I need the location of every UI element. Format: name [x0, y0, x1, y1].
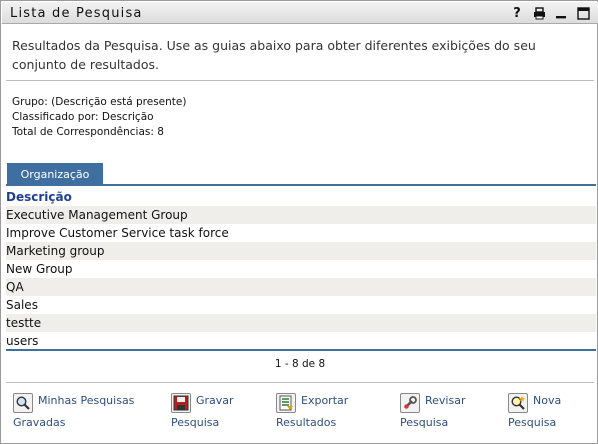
column-header-descricao[interactable]: Descrição — [6, 188, 596, 206]
export-list-icon — [276, 393, 296, 413]
table-row[interactable]: testte — [6, 314, 596, 332]
tab-underline — [6, 184, 596, 186]
total-value: 8 — [157, 126, 164, 138]
search-list-portlet: Lista de Pesquisa ? Resultados da Pesqui… — [0, 0, 598, 444]
window-controls: ? — [510, 4, 590, 22]
table-row[interactable]: users — [6, 332, 596, 350]
action-label-line1: Minhas Pesquisas — [38, 394, 135, 407]
maximize-icon[interactable] — [576, 5, 590, 21]
print-icon[interactable] — [532, 5, 546, 21]
action-label-line2: Pesquisa — [400, 416, 449, 429]
action-label-line1: Exportar — [301, 394, 349, 407]
tab-organizacao[interactable]: Organização — [7, 163, 103, 185]
action-label-line1: Gravar — [196, 394, 234, 407]
action-bar: Minhas Pesquisas Gravadas Gravar Pesquis… — [1, 393, 598, 433]
wrench-edit-icon — [400, 393, 420, 413]
action-label-line2: Resultados — [276, 416, 337, 429]
table-row[interactable]: Sales — [6, 296, 596, 314]
action-label-line1: Nova — [533, 394, 562, 407]
total-label: Total de Correspondências: — [12, 126, 154, 138]
total-line: Total de Correspondências: 8 — [12, 125, 186, 140]
floppy-disk-icon — [171, 393, 191, 413]
minimize-icon[interactable] — [554, 5, 568, 21]
magnifier-icon — [13, 393, 33, 413]
sorted-line: Classificado por: Descrição — [12, 110, 186, 125]
new-search-icon — [508, 393, 528, 413]
help-icon[interactable]: ? — [510, 5, 524, 21]
window-title: Lista de Pesquisa — [10, 6, 143, 21]
title-bar: Lista de Pesquisa ? — [2, 2, 598, 24]
pagination-info: 1 - 8 de 8 — [274, 358, 326, 370]
action-label-line2: Pesquisa — [508, 416, 557, 429]
table-row[interactable]: QA — [6, 278, 596, 296]
action-label-line1: Revisar — [425, 394, 466, 407]
search-summary: Grupo: (Descrição está presente) Classif… — [12, 95, 186, 140]
action-label-line2: Pesquisa — [171, 416, 220, 429]
results-description: Resultados da Pesquisa. Use as guias aba… — [12, 38, 536, 72]
table-row[interactable]: Improve Customer Service task force — [6, 224, 596, 242]
table-row[interactable]: Executive Management Group — [6, 206, 596, 224]
divider — [6, 382, 594, 383]
sorted-label: Classificado por: — [12, 111, 99, 123]
group-line: Grupo: (Descrição está presente) — [12, 95, 186, 110]
results-table: Descrição Executive Management Group Imp… — [6, 188, 596, 350]
sorted-value: Descrição — [101, 111, 154, 123]
table-row[interactable]: Marketing group — [6, 242, 596, 260]
group-label: Grupo: — [12, 96, 48, 108]
group-value: (Descrição está presente) — [51, 96, 187, 108]
divider — [6, 80, 594, 81]
table-bottom-rule — [6, 349, 596, 351]
action-label-line2: Gravadas — [13, 416, 66, 429]
table-row[interactable]: New Group — [6, 260, 596, 278]
